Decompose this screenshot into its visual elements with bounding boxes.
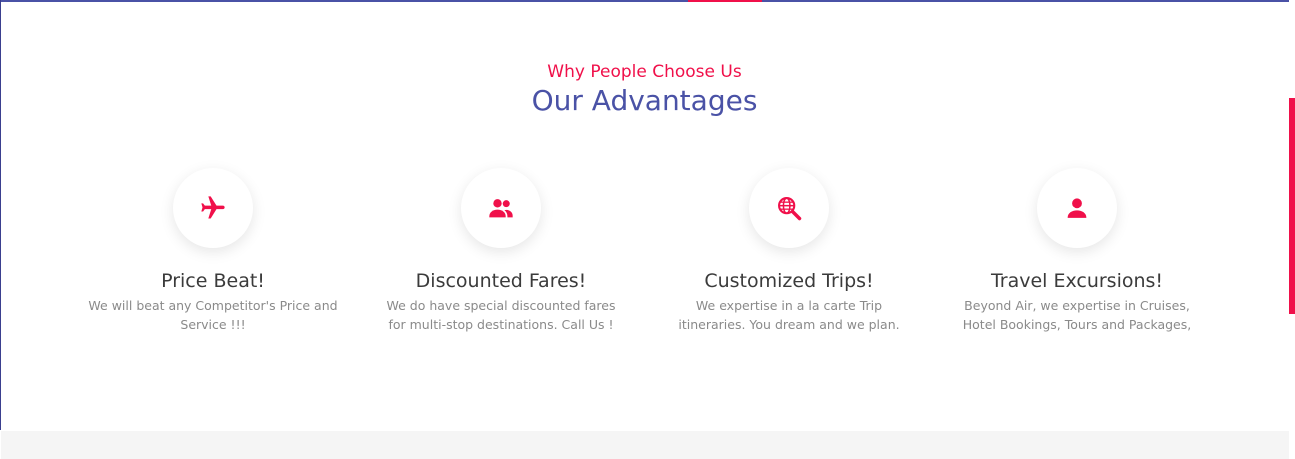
feature-title: Customized Trips!: [704, 270, 874, 292]
section-title: Our Advantages: [531, 84, 758, 117]
feature-icon-circle: [1037, 168, 1117, 248]
feature-customized-trips: Customized Trips! We expertise in a la c…: [649, 168, 929, 334]
airplane-icon: [201, 196, 225, 219]
feature-description: We will beat any Competitor's Price and …: [88, 298, 338, 332]
user-icon: [1067, 198, 1087, 218]
scrollbar-thumb[interactable]: [1289, 98, 1295, 314]
section-subtitle: Why People Choose Us: [547, 62, 742, 82]
feature-icon-circle: [749, 168, 829, 248]
globe-search-icon: [778, 197, 802, 221]
feature-icon-circle: [461, 168, 541, 248]
page: Why People Choose Us Our Advantages Pric…: [0, 0, 1295, 459]
feature-price-beat: Price Beat! We will beat any Competitor'…: [73, 168, 353, 334]
feature-title: Discounted Fares!: [415, 270, 587, 292]
next-section-band: [1, 431, 1289, 459]
feature-description: Beyond Air, we expertise in Cruises, Hot…: [962, 298, 1192, 332]
feature-discounted-fares: Discounted Fares! We do have special dis…: [361, 168, 641, 334]
feature-description: We expertise in a la carte Trip itinerar…: [678, 298, 900, 332]
top-accent-bar: [688, 0, 762, 2]
feature-description: We do have special discounted fares for …: [386, 298, 616, 332]
feature-title: Price Beat!: [161, 270, 265, 292]
users-icon: [489, 199, 513, 218]
feature-travel-excursions: Travel Excursions! Beyond Air, we expert…: [937, 168, 1217, 334]
top-border: [0, 0, 1289, 2]
feature-icon-circle: [173, 168, 253, 248]
feature-title: Travel Excursions!: [990, 270, 1164, 292]
